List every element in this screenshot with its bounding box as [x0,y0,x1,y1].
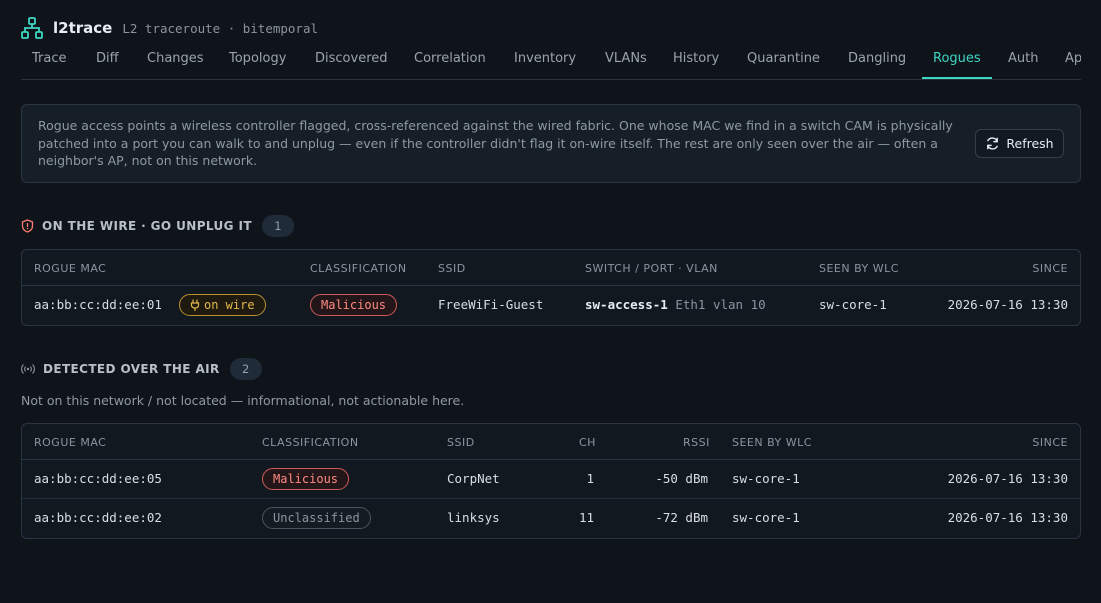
col-seen-by-wlc: SEEN BY WLC [819,262,899,275]
channel: 11 [578,510,594,525]
app-subtitle: L2 traceroute · bitemporal [122,20,319,36]
on-wire-title: ON THE WIRE · GO UNPLUG IT [42,219,252,233]
col-rssi: RSSI [683,436,710,449]
table-header: ROGUE MAC CLASSIFICATION SSID CH RSSI SE… [22,424,1080,460]
on-wire-badge-label: on wire [204,298,255,312]
tab-ap[interactable]: Ap [1054,44,1081,79]
ssid: FreeWiFi-Guest [438,297,544,312]
ssid: CorpNet [447,471,500,486]
table-row[interactable]: aa:bb:cc:dd:ee:01 on wire Malicious Free… [22,286,1080,325]
shield-alert-icon [21,219,34,233]
table-header: ROGUE MAC CLASSIFICATION SSID SWITCH / P… [22,250,1080,286]
info-description: Rogue access points a wireless controlle… [38,118,953,168]
tab-bar: Trace Diff Changes Topology Discovered C… [21,44,1081,80]
rogue-mac: aa:bb:cc:dd:ee:01 [34,297,162,312]
switch-port: Eth1 [675,297,706,312]
tab-diff[interactable]: Diff [85,44,130,79]
plug-icon [190,299,200,311]
col-switch-port-vlan: SWITCH / PORT · VLAN [585,262,718,275]
tab-dangling[interactable]: Dangling [837,44,917,79]
over-air-count: 2 [229,358,262,380]
rssi: -72 dBm [655,510,708,525]
on-wire-badge: on wire [179,294,266,316]
table-row[interactable]: aa:bb:cc:dd:ee:02 Unclassified linksys 1… [22,499,1080,538]
tab-quarantine[interactable]: Quarantine [736,44,831,79]
tab-vlans[interactable]: VLANs [594,44,658,79]
tab-trace[interactable]: Trace [21,44,78,79]
col-rogue-mac: ROGUE MAC [34,262,107,275]
ssid: linksys [447,510,500,525]
refresh-button[interactable]: Refresh [975,129,1064,158]
col-classification: CLASSIFICATION [310,262,407,275]
info-panel: Rogue access points a wireless controlle… [21,104,1081,183]
refresh-icon [987,137,999,150]
over-air-note: Not on this network / not located — info… [21,393,465,408]
col-ssid: SSID [447,436,475,449]
tab-inventory[interactable]: Inventory [503,44,587,79]
tab-discovered[interactable]: Discovered [304,44,399,79]
rogue-mac: aa:bb:cc:dd:ee:05 [34,471,162,486]
on-wire-section-header: ON THE WIRE · GO UNPLUG IT 1 [21,215,294,237]
app-header: l2trace L2 traceroute · bitemporal [21,15,318,41]
col-since: SINCE [1032,436,1068,449]
over-air-section-header: DETECTED OVER THE AIR 2 [21,358,262,380]
tab-correlation[interactable]: Correlation [403,44,497,79]
on-wire-table: ROGUE MAC CLASSIFICATION SSID SWITCH / P… [21,249,1081,326]
switch-port-vlan: sw-access-1 Eth1 vlan 10 [585,297,766,312]
switch-name: sw-access-1 [585,297,668,312]
classification-badge: Malicious [262,468,350,490]
col-ssid: SSID [438,262,466,275]
seen-by-wlc: sw-core-1 [732,510,800,525]
rogue-mac: aa:bb:cc:dd:ee:02 [34,510,162,525]
col-seen-by-wlc: SEEN BY WLC [732,436,812,449]
seen-by-wlc: sw-core-1 [732,471,800,486]
tab-changes[interactable]: Changes [136,44,215,79]
col-rogue-mac: ROGUE MAC [34,436,107,449]
tab-rogues[interactable]: Rogues [922,44,992,79]
table-row[interactable]: aa:bb:cc:dd:ee:05 Malicious CorpNet 1 -5… [22,460,1080,499]
tab-history[interactable]: History [662,44,730,79]
refresh-label: Refresh [1006,136,1054,151]
on-wire-count: 1 [261,215,294,237]
classification-badge: Malicious [310,294,398,316]
seen-by-wlc: sw-core-1 [819,297,887,312]
tab-auth[interactable]: Auth [997,44,1049,79]
since: 2026-07-16 13:30 [947,510,1068,525]
network-topology-icon [21,17,43,39]
vlan: vlan 10 [712,297,766,312]
tab-topology[interactable]: Topology [218,44,297,79]
rssi: -50 dBm [655,471,708,486]
col-since: SINCE [1032,262,1068,275]
over-air-table: ROGUE MAC CLASSIFICATION SSID CH RSSI SE… [21,423,1081,539]
since: 2026-07-16 13:30 [947,297,1068,312]
channel: 1 [586,471,594,486]
since: 2026-07-16 13:30 [947,471,1068,486]
radio-waves-icon [21,364,35,374]
col-ch: CH [579,436,596,449]
col-classification: CLASSIFICATION [262,436,359,449]
classification-badge: Unclassified [262,507,371,529]
app-title: l2trace [53,19,113,37]
over-air-title: DETECTED OVER THE AIR [43,362,220,376]
